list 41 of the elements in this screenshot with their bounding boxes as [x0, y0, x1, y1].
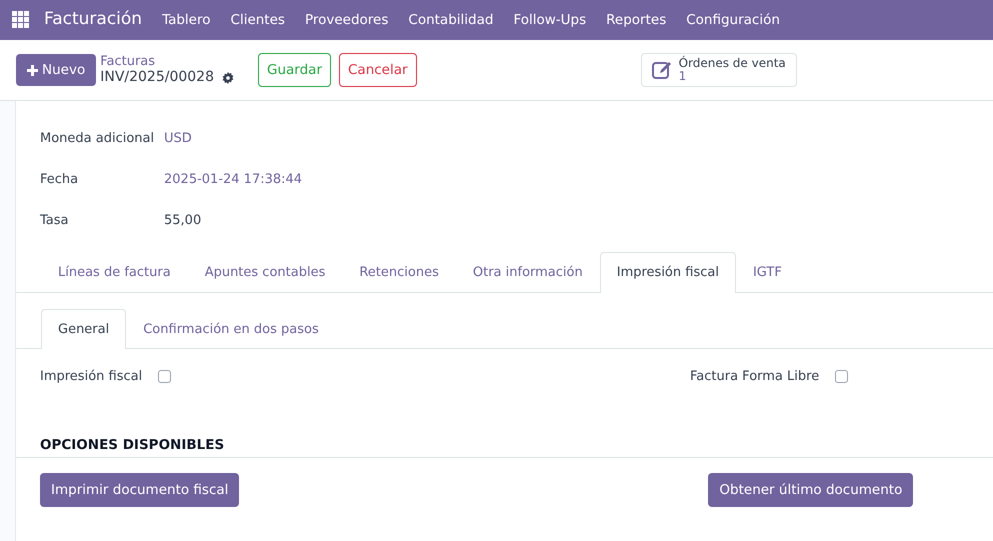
- tab[interactable]: Retenciones: [342, 252, 456, 292]
- smart-button-label: Órdenes de venta: [678, 57, 786, 70]
- field-label: Moneda adicional: [40, 130, 156, 148]
- app-name[interactable]: Facturación: [44, 7, 142, 33]
- discard-button[interactable]: Cancelar: [339, 52, 417, 88]
- gear-icon[interactable]: [222, 72, 234, 84]
- menu-item[interactable]: Reportes: [596, 10, 676, 30]
- smart-button-count: 1: [678, 70, 688, 83]
- menu-item[interactable]: Proveedores: [294, 10, 398, 30]
- action-button[interactable]: Obtener último documento: [708, 472, 914, 507]
- field-value[interactable]: 2025-01-24 17:38:44: [164, 170, 302, 211]
- subtab[interactable]: General: [41, 308, 126, 349]
- app-grid-icon[interactable]: [12, 11, 30, 29]
- tab[interactable]: Otra información: [456, 252, 600, 292]
- menu-item[interactable]: Clientes: [220, 10, 295, 30]
- record-name: INV/2025/00028: [100, 69, 214, 86]
- field-value: 55,00: [164, 212, 202, 230]
- save-button[interactable]: Guardar: [258, 52, 331, 88]
- new-button[interactable]: Nuevo: [16, 54, 96, 86]
- tab[interactable]: IGTF: [736, 252, 799, 292]
- plus-icon: [27, 64, 38, 76]
- menu-item[interactable]: Follow-Ups: [503, 10, 596, 30]
- checkbox[interactable]: [158, 370, 172, 384]
- checkbox[interactable]: [835, 370, 848, 384]
- tab[interactable]: Apuntes contables: [188, 252, 342, 292]
- menu-item[interactable]: Tablero: [152, 10, 221, 30]
- menu-item[interactable]: Configuración: [676, 10, 790, 30]
- edit-icon: [652, 60, 673, 80]
- field-label: Fecha: [40, 171, 80, 189]
- breadcrumb-link[interactable]: Facturas: [100, 54, 234, 70]
- menu-item[interactable]: Contabilidad: [398, 10, 504, 30]
- action-button[interactable]: Imprimir documento fiscal: [40, 472, 240, 507]
- field-label: Tasa: [40, 212, 70, 230]
- tab[interactable]: Impresión fiscal: [600, 252, 736, 292]
- checkbox-label: Impresión fiscal: [40, 368, 142, 386]
- subtab[interactable]: Confirmación en dos pasos: [126, 308, 336, 349]
- checkbox-label: Factura Forma Libre: [690, 368, 820, 386]
- smart-button[interactable]: Órdenes de venta 1: [640, 53, 797, 87]
- field-value[interactable]: USD: [164, 129, 192, 170]
- section-title: OPCIONES DISPONIBLES: [40, 436, 226, 454]
- tab[interactable]: Líneas de factura: [41, 252, 188, 292]
